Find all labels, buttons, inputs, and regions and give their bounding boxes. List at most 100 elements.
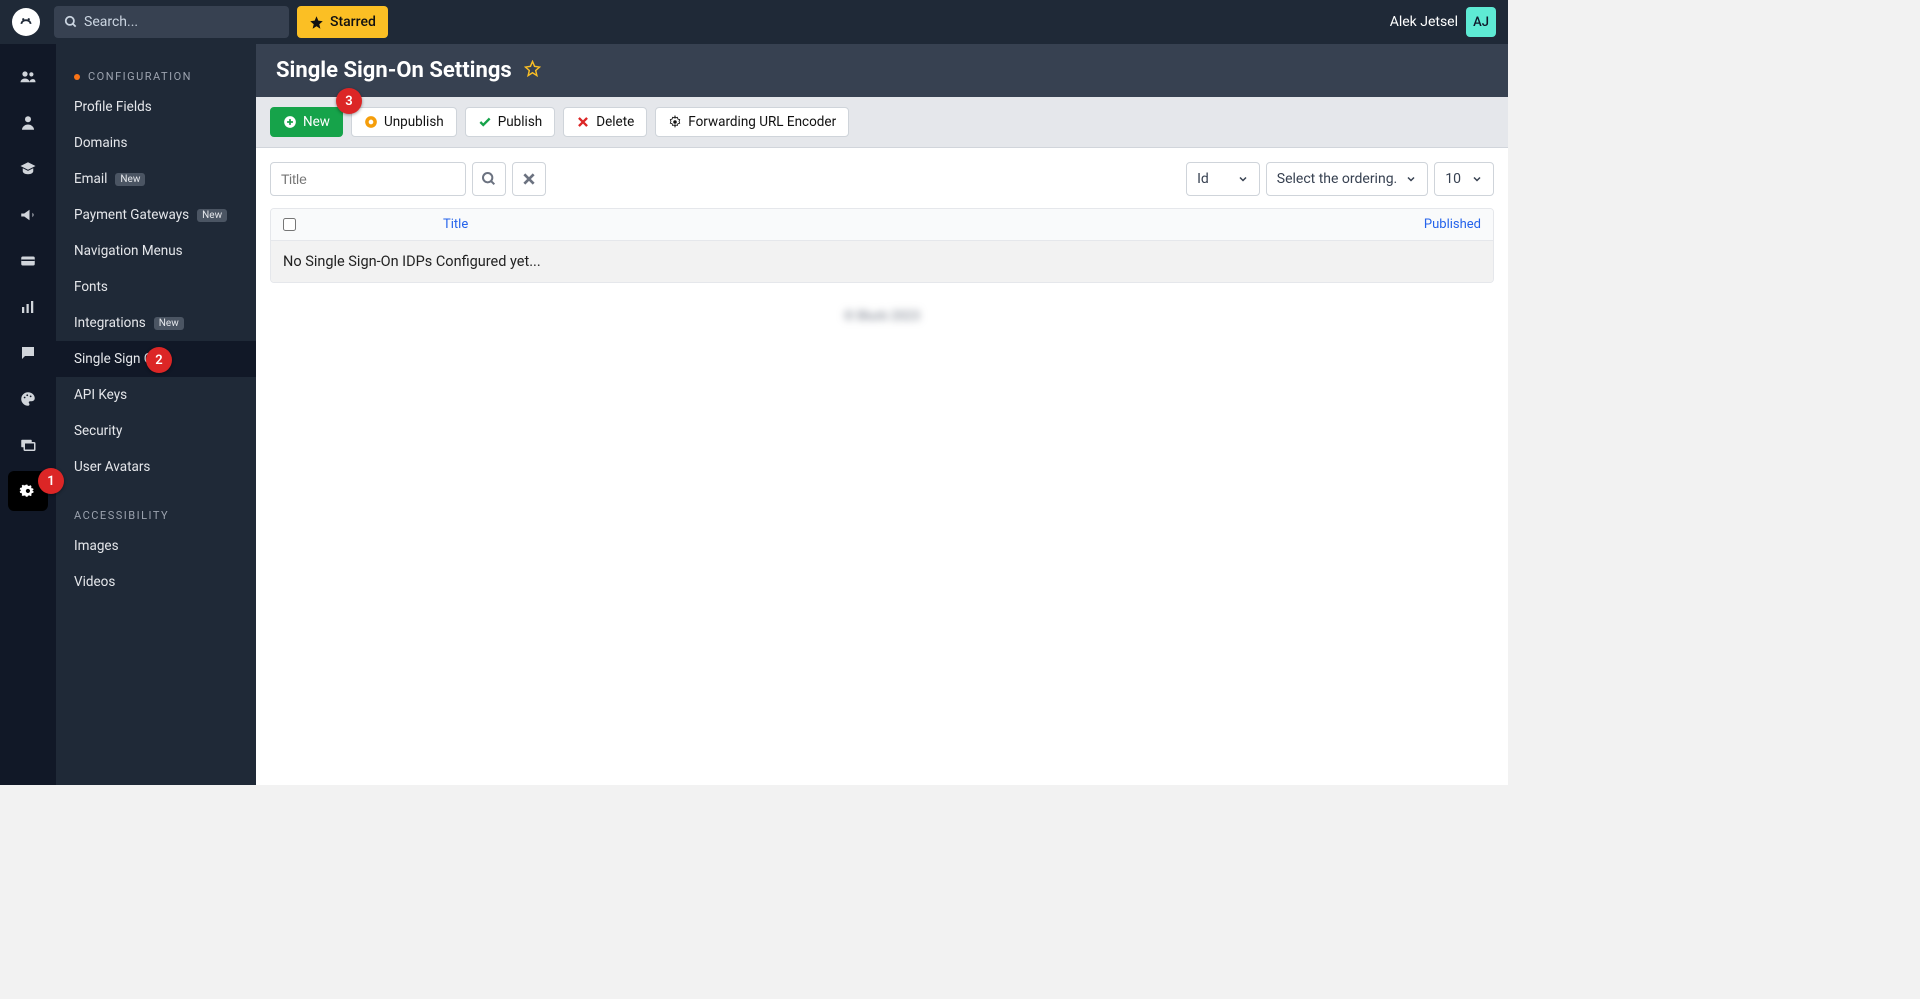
new-button[interactable]: New 3 [270, 107, 343, 137]
gear-icon [668, 115, 682, 129]
sidebar-item-label: User Avatars [74, 459, 150, 475]
sidebar-item-label: Integrations [74, 315, 146, 331]
clear-filter-button[interactable] [512, 162, 546, 196]
toolbar: New 3 Unpublish Publish Delete Forwardin… [256, 97, 1508, 148]
search-button[interactable] [472, 162, 506, 196]
button-label: Forwarding URL Encoder [688, 114, 836, 130]
layers-icon [19, 436, 37, 454]
button-label: Unpublish [384, 114, 444, 130]
section-title: ACCESSIBILITY [74, 509, 169, 522]
main: Single Sign-On Settings New 3 Unpublish … [256, 44, 1508, 785]
sidebar-item-label: Navigation Menus [74, 243, 183, 259]
sort-order-select[interactable]: Select the ordering. [1266, 162, 1428, 196]
section-accessibility: ACCESSIBILITY [56, 501, 256, 528]
starred-button[interactable]: Starred [297, 6, 388, 38]
sidebar-item-domains[interactable]: Domains [56, 125, 256, 161]
title-filter-input[interactable] [270, 162, 466, 196]
search-placeholder: Search... [84, 14, 138, 30]
publish-button[interactable]: Publish [465, 107, 556, 137]
sidebar-item-label: Fonts [74, 279, 108, 295]
sidebar-item-label: API Keys [74, 387, 127, 403]
dot-icon [74, 74, 80, 80]
sidebar-item-api-keys[interactable]: API Keys [56, 377, 256, 413]
search-icon [64, 15, 78, 29]
favorite-button[interactable] [524, 60, 541, 81]
rail-analytics[interactable] [8, 287, 48, 327]
select-value: Id [1197, 171, 1209, 187]
rail-announce[interactable] [8, 195, 48, 235]
button-label: Publish [498, 114, 543, 130]
new-badge: New [115, 173, 145, 186]
forwarding-url-encoder-button[interactable]: Forwarding URL Encoder [655, 107, 849, 137]
published-column-header[interactable]: Published [1403, 209, 1493, 240]
rail-card[interactable] [8, 241, 48, 281]
new-badge: New [197, 209, 227, 222]
sidebar-item-label: Profile Fields [74, 99, 152, 115]
card-icon [19, 252, 37, 270]
rail-users[interactable] [8, 57, 48, 97]
delete-button[interactable]: Delete [563, 107, 647, 137]
page-title: Single Sign-On Settings [276, 58, 512, 83]
rail-chat[interactable] [8, 333, 48, 373]
sidebar-item-single-sign-on[interactable]: Single Sign On 2 [56, 341, 256, 377]
sidebar-item-label: Payment Gateways [74, 207, 189, 223]
sidebar-item-label: Domains [74, 135, 127, 151]
sidebar-item-label: Email [74, 171, 107, 187]
select-value: Select the ordering. [1277, 171, 1397, 187]
bullhorn-icon [19, 206, 37, 224]
rail-palette[interactable] [8, 379, 48, 419]
search-input[interactable]: Search... [54, 6, 289, 38]
sidebar: CONFIGURATION Profile Fields Domains Ema… [56, 44, 256, 785]
sidebar-item-user-avatars[interactable]: User Avatars [56, 449, 256, 485]
sort-field-select[interactable]: Id [1186, 162, 1260, 196]
rail-education[interactable] [8, 149, 48, 189]
sidebar-item-videos[interactable]: Videos [56, 564, 256, 600]
table-header: Title Published [271, 209, 1493, 241]
sidebar-item-security[interactable]: Security [56, 413, 256, 449]
chart-icon [19, 298, 37, 316]
annotation-1: 1 [38, 468, 64, 494]
titlebar: Single Sign-On Settings [256, 44, 1508, 97]
star-icon [309, 15, 324, 30]
unpublish-button[interactable]: Unpublish [351, 107, 457, 137]
results-table: Title Published No Single Sign-On IDPs C… [270, 208, 1494, 283]
person-icon [19, 114, 37, 132]
sidebar-item-navigation-menus[interactable]: Navigation Menus [56, 233, 256, 269]
footer-text: © Blurb 2023 [270, 309, 1494, 324]
rail-people[interactable] [8, 103, 48, 143]
empty-state: No Single Sign-On IDPs Configured yet... [271, 241, 1493, 282]
users-icon [19, 68, 37, 86]
app-logo[interactable] [12, 8, 40, 36]
sidebar-item-images[interactable]: Images [56, 528, 256, 564]
button-label: Delete [596, 114, 634, 130]
sidebar-item-label: Videos [74, 574, 115, 590]
icon-rail: 1 [0, 44, 56, 785]
select-value: 10 [1445, 171, 1461, 187]
user-name[interactable]: Alek Jetsel [1390, 14, 1458, 30]
search-icon [481, 171, 497, 187]
avatar[interactable]: AJ [1466, 7, 1496, 37]
chat-icon [19, 344, 37, 362]
sidebar-item-profile-fields[interactable]: Profile Fields [56, 89, 256, 125]
rail-layers[interactable] [8, 425, 48, 465]
x-icon [576, 115, 590, 129]
sidebar-item-fonts[interactable]: Fonts [56, 269, 256, 305]
select-all-checkbox[interactable] [283, 218, 296, 231]
sidebar-item-payment-gateways[interactable]: Payment Gateways New [56, 197, 256, 233]
content: Id Select the ordering. 10 Title [256, 148, 1508, 785]
section-configuration: CONFIGURATION [56, 62, 256, 89]
chevron-down-icon [1471, 173, 1483, 185]
sidebar-item-label: Images [74, 538, 119, 554]
button-label: New [303, 114, 330, 130]
check-icon [478, 115, 492, 129]
sidebar-item-integrations[interactable]: IntegrationsNew [56, 305, 256, 341]
page-size-select[interactable]: 10 [1434, 162, 1494, 196]
title-column-header[interactable]: Title [431, 209, 1403, 240]
chevron-down-icon [1237, 173, 1249, 185]
plus-circle-icon [283, 115, 297, 129]
annotation-3: 3 [336, 88, 362, 114]
sidebar-item-email[interactable]: Email New [56, 161, 256, 197]
annotation-2: 2 [146, 347, 172, 373]
star-outline-icon [524, 60, 541, 77]
select-all-column [271, 209, 431, 240]
